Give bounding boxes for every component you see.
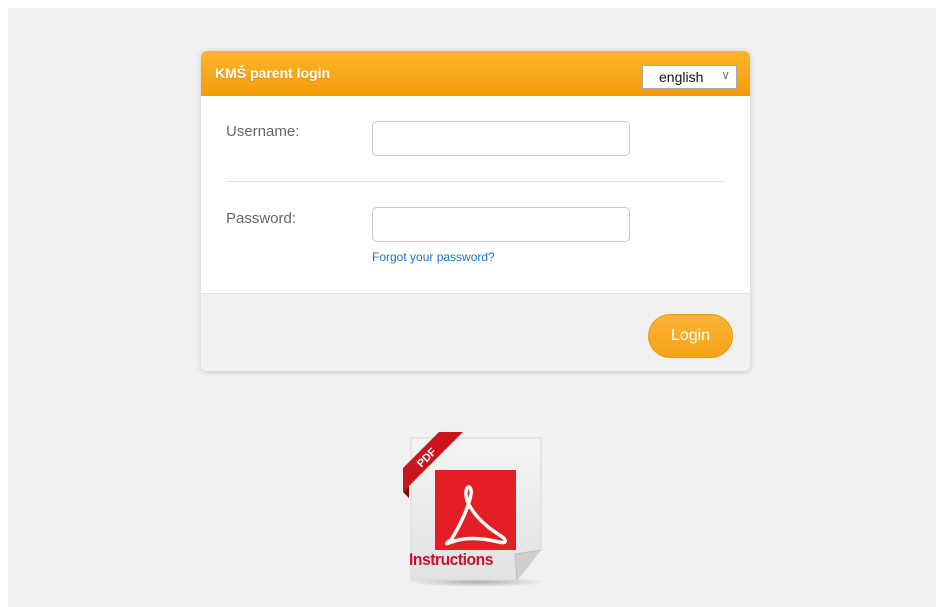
field-divider: [226, 181, 725, 182]
login-title: KMŠ parent login: [215, 65, 331, 81]
language-selected-value: english: [659, 69, 704, 85]
password-label: Password:: [226, 210, 297, 227]
instructions-label: Instructions: [409, 550, 493, 569]
login-header: KMŠ parent login english ∨: [201, 51, 750, 96]
username-label: Username:: [226, 123, 300, 140]
forgot-password-link[interactable]: Forgot your password?: [372, 250, 495, 264]
login-footer: Login: [201, 293, 750, 371]
password-input[interactable]: [372, 207, 630, 242]
chevron-down-icon: ∨: [721, 68, 730, 82]
login-panel: KMŠ parent login english ∨ Username: Pas…: [201, 51, 750, 371]
pdf-instructions-link[interactable]: PDF Instructions: [403, 432, 547, 587]
login-button[interactable]: Login: [648, 314, 733, 358]
language-select[interactable]: english ∨: [642, 65, 737, 89]
username-input[interactable]: [372, 121, 630, 156]
